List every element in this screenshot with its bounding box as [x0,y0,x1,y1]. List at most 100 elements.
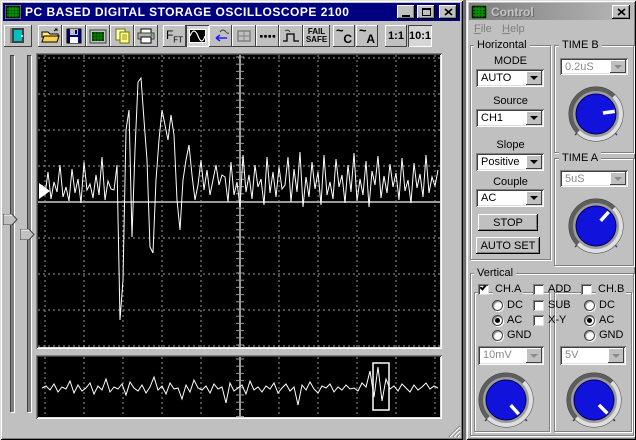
xy-checkbox[interactable] [533,315,544,326]
control-close-button[interactable] [612,5,630,19]
ch-b-dc-radio[interactable] [584,300,595,311]
maximize-icon [421,8,431,16]
exit-button[interactable] [4,25,32,47]
time-b-group-label: TIME B [559,39,602,51]
source-select-arrow[interactable] [526,111,542,125]
slope-select-arrow[interactable] [526,155,542,169]
mode-label: MODE [494,55,527,67]
printer-icon [137,28,155,44]
ch-a-gain-knob[interactable] [476,370,536,430]
ch-a-position-thumb[interactable] [3,214,18,225]
menu-help[interactable]: Help [502,23,525,35]
ch-b-range-select[interactable]: 5V [560,346,626,365]
save-button[interactable] [62,25,86,47]
control-title-bar[interactable]: Control [469,3,633,20]
ch-b-dc-label: DC [599,299,615,311]
time-a-select[interactable]: 5uS [560,170,628,187]
wave-c-button[interactable]: ~ C [333,23,355,47]
open-folder-icon [40,28,60,43]
dotted-line-button[interactable] [256,25,279,47]
control-app-icon [471,4,487,19]
ch-b-gnd-radio[interactable] [584,330,595,341]
main-scope-display[interactable] [36,53,442,349]
copy-button[interactable] [110,25,134,47]
autoset-button[interactable]: AUTO SET [476,237,540,254]
slope-select[interactable]: Positive [476,153,544,171]
ch-a-range-select[interactable]: 10mV [478,346,544,365]
wave-c-icon: ~ C [336,23,352,46]
ch-a-gnd-radio[interactable] [492,330,503,341]
mode-select-arrow[interactable] [526,71,542,85]
fft-label: FFT [165,27,184,45]
time-a-knob[interactable] [566,196,626,256]
chevron-down-icon [612,353,620,358]
couple-select[interactable]: AC [476,189,544,207]
main-waveform [38,55,440,347]
control-window: Control File Help Horizontal MODE AUTO S… [466,0,636,440]
stop-button[interactable]: STOP [478,214,538,231]
scope-view-button[interactable] [186,25,209,47]
chevron-down-icon [614,176,622,181]
time-b-knob[interactable] [566,84,626,144]
ch-b-checkbox[interactable] [581,284,592,295]
sub-checkbox-label: SUB [548,299,571,311]
chevron-down-icon [530,76,538,80]
ch-a-dc-radio[interactable] [492,300,503,311]
wave-a-button[interactable]: ~ A [356,23,378,47]
time-a-group-label: TIME A [559,152,602,164]
ch-a-ac-radio[interactable] [492,315,503,326]
mode-select[interactable]: AUTO [476,69,544,87]
resize-grip[interactable] [446,424,461,438]
open-button[interactable] [38,25,62,47]
title-bar[interactable]: PC BASED DIGITAL STORAGE OSCILLOSCOPE 21… [3,3,460,21]
ch-a-checkbox-label: CH.A [493,283,524,295]
ch-b-ac-label: AC [599,314,615,326]
ch-a-ac-label: AC [507,314,523,326]
chevron-down-icon [530,353,538,358]
recall-button[interactable] [209,25,232,47]
couple-select-arrow[interactable] [526,191,542,205]
ch-b-gnd-label: GND [599,329,624,341]
print-button[interactable] [134,25,158,47]
menu-file[interactable]: File [474,23,492,35]
ch-b-checkbox-label: CH.B [596,283,627,295]
slope-label: Slope [496,139,525,151]
overview-scope-display[interactable] [36,355,442,419]
time-b-select-arrow[interactable] [610,60,626,73]
horizontal-group-label: Horizontal [474,39,530,51]
snapshot-button[interactable] [86,25,110,47]
probe-1-1-button[interactable]: 1:1 [385,25,407,47]
time-a-select-arrow[interactable] [610,172,626,185]
minimize-button[interactable] [397,5,415,19]
sub-checkbox[interactable] [533,300,544,311]
close-button[interactable] [439,5,457,19]
ch-b-position-thumb[interactable] [20,229,35,240]
ch-b-range-arrow[interactable] [608,348,624,363]
ch-b-ac-radio[interactable] [584,315,595,326]
chevron-down-icon [614,64,622,69]
add-checkbox[interactable] [533,284,544,295]
ch-a-range-arrow[interactable] [526,348,542,363]
probe-10-1-button[interactable]: 10:1 [408,25,432,47]
dotted-line-icon [260,35,276,38]
ch-a-checkbox[interactable] [478,283,489,295]
source-label: Source [493,95,528,107]
minimize-icon [402,14,410,17]
menu-bar: File Help [470,22,632,38]
vertical-group-label: Vertical [474,267,517,279]
exit-icon [10,28,24,43]
maximize-button[interactable] [417,5,435,19]
window-title: PC BASED DIGITAL STORAGE OSCILLOSCOPE 21… [25,5,350,19]
floppy-icon [66,28,82,44]
chevron-down-icon [530,116,538,120]
time-b-select[interactable]: 0.2uS [560,58,628,75]
trigger-edge-button[interactable] [279,25,303,47]
ch-a-dc-label: DC [507,299,523,311]
grid-toggle-button[interactable] [232,25,256,47]
control-window-title: Control [491,4,534,19]
failsafe-button[interactable]: FAIL SAFE [303,25,330,47]
ch-b-gain-knob[interactable] [564,370,624,430]
source-select[interactable]: CH1 [476,109,544,127]
ch-a-position-track[interactable] [10,55,14,412]
fft-button[interactable]: FFT [163,25,186,47]
